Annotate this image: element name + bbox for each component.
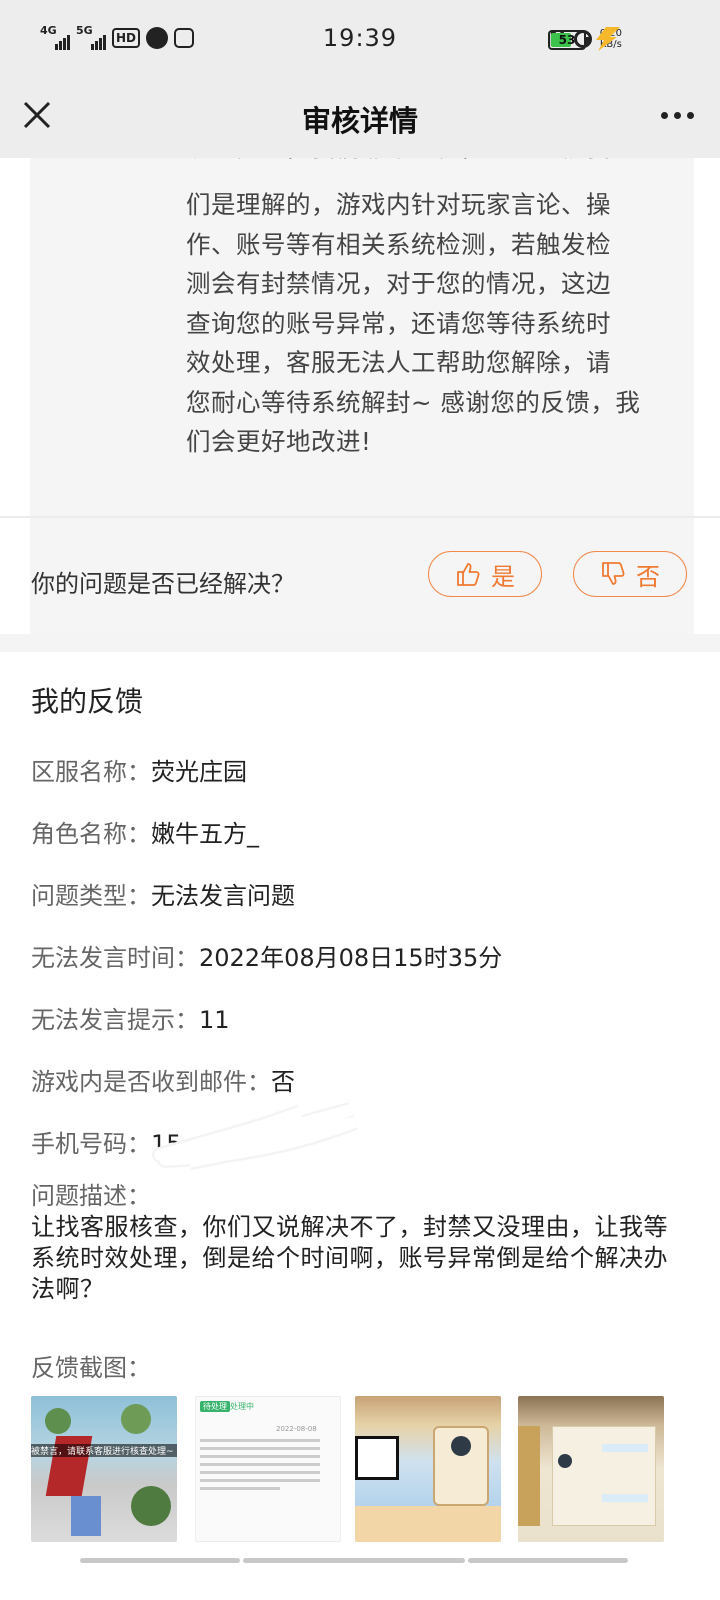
charging-icon (596, 27, 620, 51)
field-label: 手机号码： (31, 1130, 151, 1158)
reply-line: 效处理，客服无法人工帮助您解除，请 (186, 348, 611, 377)
field-label: 无法发言提示： (31, 1006, 199, 1034)
resolved-yes-button[interactable]: 是 (428, 551, 542, 597)
description-label: 问题描述： (31, 1182, 151, 1210)
no-label: 否 (636, 562, 660, 591)
reply-line: 查询您的账号异常，还请您等待系统时 (186, 308, 611, 338)
thumbs-up-icon (457, 563, 480, 586)
thumb-status: 处理中 (230, 1402, 254, 1411)
resolved-question: 你的问题是否已经解决？ (31, 570, 295, 598)
description-text: 让找客服核查，你们又说解决不了，封禁又没理由，让我等系统时效处理，倒是给个时间啊… (31, 1213, 668, 1303)
content-scroll[interactable]: 该的问题，我们非常重视，您的心情我 们是理解的，游戏内针对玩家言论、操 作、账号… (0, 158, 720, 1600)
thumbs-down-icon (602, 562, 625, 585)
feedback-title: 我的反馈 (31, 685, 144, 718)
reply-line: 您耐心等待系统解封~ 感谢您的反馈，我 (186, 387, 641, 417)
field-label: 游戏内是否收到邮件： (31, 1068, 271, 1096)
thumb-banner-text: 被禁言，请联系客服进行核查处理~ (31, 1444, 177, 1457)
field-mute-time: 无法发言时间：2022年08月08日15时35分 (31, 938, 502, 973)
field-value: 荧光庄园 (151, 758, 247, 786)
divider (0, 516, 720, 518)
reply-line: 作、账号等有相关系统检测，若触发检 (186, 229, 611, 259)
reply-cutoff-line: 该的问题，我们非常重视，您的心情我 (186, 158, 672, 185)
redaction-scribble (152, 1102, 358, 1170)
resolved-no-button[interactable]: 否 (573, 551, 687, 597)
battery-level: 53 (558, 33, 576, 47)
field-value: 无法发言问题 (151, 882, 295, 910)
field-server: 区服名称：荧光庄园 (31, 752, 247, 787)
page-title: 审核详情 (301, 104, 418, 138)
reply-line: 们是理解的，游戏内针对玩家言论、操 (186, 190, 611, 219)
field-issue-type: 问题类型：无法发言问题 (31, 876, 295, 911)
thumb-badge: 待处理 (200, 1401, 230, 1412)
screenshot-thumb[interactable]: 被禁言，请联系客服进行核查处理~ (31, 1396, 177, 1542)
status-bar: 4G 5G HD 19:39 N 0.20 KB/s 53 (0, 0, 720, 82)
field-label: 区服名称： (31, 758, 151, 786)
field-value: 2022年08月08日15时35分 (199, 944, 503, 972)
screenshots-label: 反馈截图： (31, 1354, 151, 1382)
section-gap (0, 634, 720, 652)
field-value: 否 (271, 1068, 295, 1096)
battery-icon: 53 (548, 30, 589, 50)
reply-text: 该的问题，我们非常重视，您的心情我 们是理解的，游戏内针对玩家言论、操 作、账号… (186, 158, 672, 462)
more-icon[interactable] (661, 112, 694, 119)
yes-label: 是 (491, 562, 515, 591)
field-value: 11 (199, 1006, 230, 1034)
thumb-date: 2022-08-08 (276, 1425, 317, 1433)
horizontal-scroll-indicator (0, 1558, 720, 1564)
field-role: 角色名称：嫩牛五方_ (31, 814, 259, 849)
field-mail-received: 游戏内是否收到邮件：否 (31, 1062, 295, 1097)
reply-line: 测会有封禁情况，对于您的情况，这边 (186, 269, 611, 298)
field-label: 角色名称： (31, 820, 151, 848)
screenshot-thumb[interactable] (518, 1396, 664, 1542)
field-label: 无法发言时间： (31, 944, 199, 972)
screenshot-thumb[interactable] (355, 1396, 501, 1542)
nav-bar: 审核详情 (0, 82, 720, 158)
field-label: 问题类型： (31, 882, 151, 910)
screenshot-thumb[interactable]: 待处理 处理中 2022-08-08 (195, 1396, 341, 1542)
field-value: 嫩牛五方_ (151, 820, 259, 848)
reply-line: 们会更好地改进! (186, 427, 372, 456)
field-mute-prompt: 无法发言提示：11 (31, 1000, 230, 1035)
